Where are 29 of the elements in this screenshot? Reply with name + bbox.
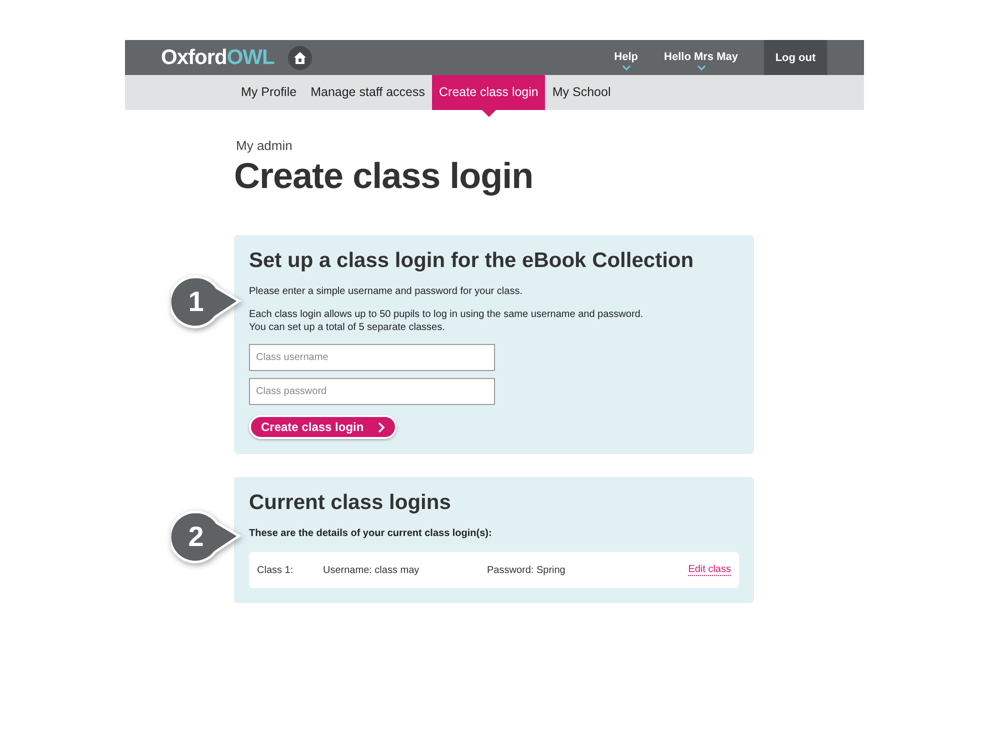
username-text: Username: class may bbox=[323, 564, 420, 576]
menu-link[interactable]: Help bbox=[614, 50, 638, 62]
nav-tab[interactable]: My School bbox=[545, 75, 618, 110]
chevron-down-icon bbox=[622, 64, 631, 70]
info-text: You can set up a total of 5 separate classes. bbox=[249, 321, 446, 334]
home-icon[interactable] bbox=[288, 46, 312, 70]
nav-tab[interactable]: Manage staff access bbox=[304, 75, 432, 110]
chevron-down-icon bbox=[696, 64, 706, 70]
logo[interactable]: OxfordOWL bbox=[161, 46, 274, 70]
card-heading: Set up a class login for the eBook Collection bbox=[249, 249, 695, 273]
info-text: Each class login allows up to 50 pupils to log in using the same username and password. bbox=[249, 308, 644, 321]
logout-button[interactable]: Log out bbox=[764, 40, 827, 75]
callout-badge: 1 bbox=[171, 275, 243, 329]
intro-text: These are the details of your current class login(s): bbox=[249, 527, 493, 540]
tab-pointer-icon bbox=[482, 110, 496, 117]
input-field[interactable]: Class password bbox=[249, 378, 495, 405]
class-label: Class 1: bbox=[257, 564, 294, 576]
password-text: Password: Spring bbox=[487, 564, 566, 576]
callout-badge: 2 bbox=[171, 510, 243, 564]
nav-tab[interactable]: My Profile bbox=[234, 75, 304, 110]
intro-text: Please enter a simple username and password for your class. bbox=[249, 285, 524, 298]
chevron-right-icon bbox=[378, 422, 385, 432]
edit-link[interactable]: Edit class bbox=[688, 564, 731, 576]
input-field[interactable]: Class username bbox=[249, 344, 495, 371]
breadcrumb: My admin bbox=[236, 138, 294, 153]
menu-link[interactable]: Hello Mrs May bbox=[664, 50, 738, 62]
card-heading: Current class logins bbox=[249, 491, 452, 515]
page-title: Create class login bbox=[234, 155, 534, 197]
create-button[interactable]: Create class login bbox=[249, 415, 397, 439]
